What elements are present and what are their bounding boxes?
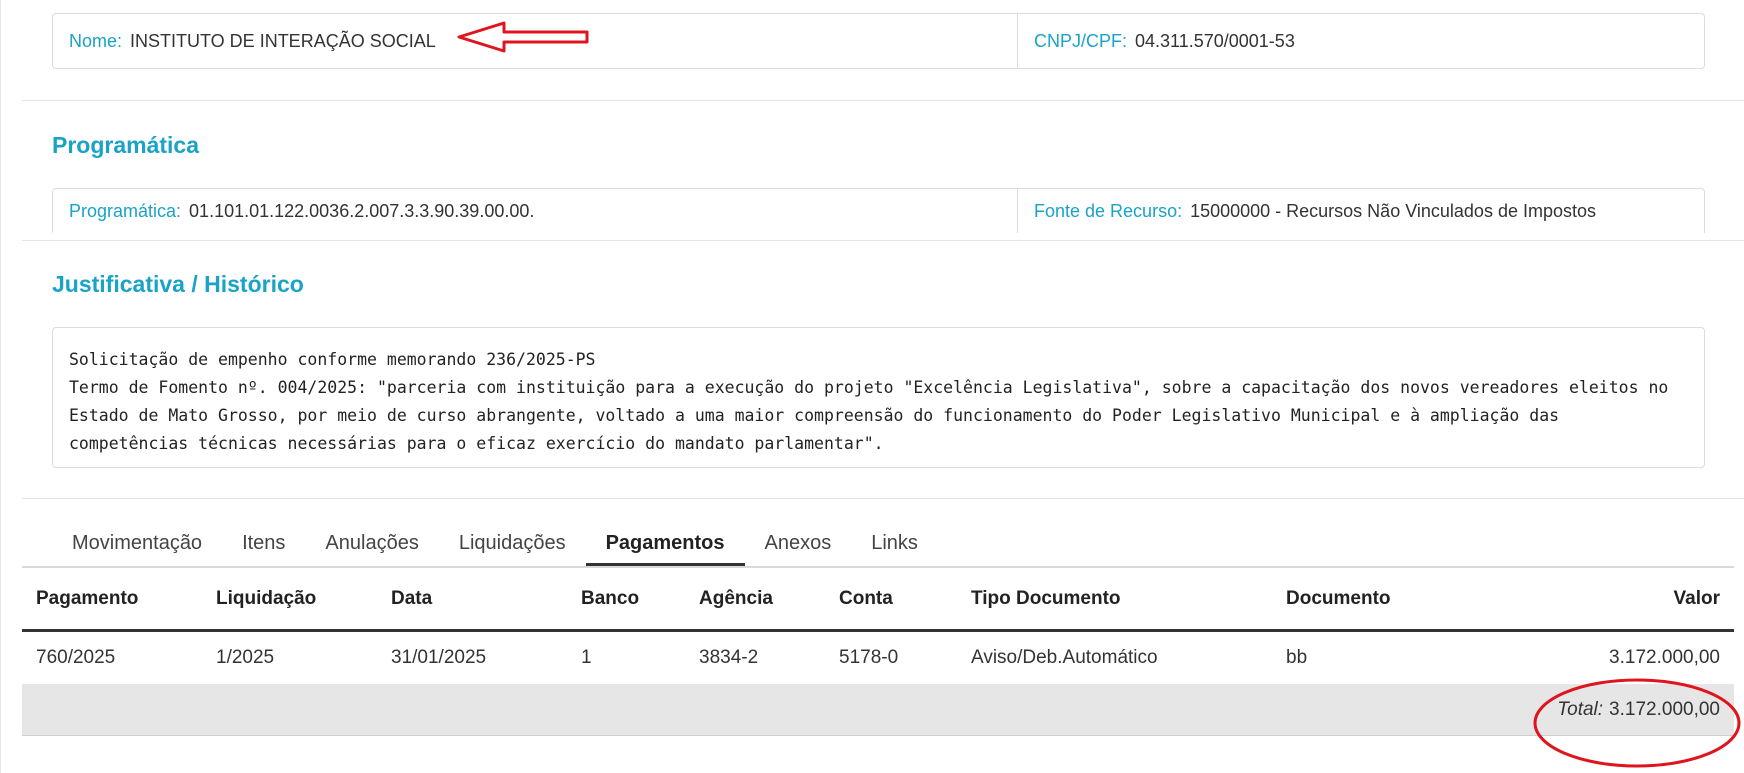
fonte-cell: Fonte de Recurso: 15000000 - Recursos Nã… <box>1018 189 1704 233</box>
header-conta[interactable]: Conta <box>825 588 957 610</box>
annotation-arrow-icon <box>457 21 589 53</box>
cell-banco: 1 <box>581 647 592 668</box>
pagamentos-table: Pagamento Liquidação Data Banco Agência … <box>22 568 1734 736</box>
justificativa-text: Solicitação de empenho conforme memorand… <box>52 327 1705 468</box>
header-documento[interactable]: Documento <box>1272 588 1522 610</box>
header-banco[interactable]: Banco <box>567 588 685 610</box>
section-divider <box>22 240 1744 241</box>
table-total-row: Total: 3.172.000,00 <box>22 684 1734 736</box>
header-agencia[interactable]: Agência <box>685 588 825 610</box>
header-tipo-documento[interactable]: Tipo Documento <box>957 588 1272 610</box>
table-header-row: Pagamento Liquidação Data Banco Agência … <box>22 568 1734 632</box>
fonte-label: Fonte de Recurso: <box>1034 201 1183 221</box>
empenho-detail-page: Nome: INSTITUTO DE INTERAÇÃO SOCIAL CNPJ… <box>0 0 1744 773</box>
tab-anexos[interactable]: Anexos <box>745 525 852 567</box>
tab-links[interactable]: Links <box>851 525 938 567</box>
cell-conta: 5178-0 <box>839 647 899 668</box>
tab-bar: Movimentação Itens Anulações Liquidações… <box>52 525 938 567</box>
cnpj-cell: CNPJ/CPF: 04.311.570/0001-53 <box>1018 14 1704 68</box>
tab-pagamentos[interactable]: Pagamentos <box>585 525 745 567</box>
cell-pagamento: 760/2025 <box>36 647 116 668</box>
nome-value: INSTITUTO DE INTERAÇÃO SOCIAL <box>130 30 436 51</box>
tab-itens[interactable]: Itens <box>222 525 305 567</box>
programatica-value: 01.101.01.122.0036.2.007.3.3.90.39.00.00… <box>189 201 535 221</box>
header-data[interactable]: Data <box>377 588 567 610</box>
annotation-ellipse-icon <box>1533 678 1741 768</box>
nome-label: Nome: <box>69 30 123 51</box>
fornecedor-box: Nome: INSTITUTO DE INTERAÇÃO SOCIAL CNPJ… <box>52 13 1705 69</box>
header-valor[interactable]: Valor <box>1522 588 1734 610</box>
cell-agencia: 3834-2 <box>699 647 759 668</box>
header-liquidacao[interactable]: Liquidação <box>202 588 377 610</box>
cnpj-label: CNPJ/CPF: <box>1034 30 1128 51</box>
section-divider <box>22 498 1744 499</box>
cell-liquidacao: 1/2025 <box>216 647 275 668</box>
cell-data: 31/01/2025 <box>391 647 487 668</box>
tab-movimentacao[interactable]: Movimentação <box>52 525 222 567</box>
justificativa-title: Justificativa / Histórico <box>52 271 304 297</box>
cell-documento: bb <box>1286 647 1308 668</box>
cell-tipo-documento: Aviso/Deb.Automático <box>971 647 1158 668</box>
cell-valor: 3.172.000,00 <box>1609 647 1720 668</box>
programatica-title: Programática <box>52 132 200 158</box>
table-row[interactable]: 760/2025 1/2025 31/01/2025 1 3834-2 5178… <box>22 632 1734 684</box>
tab-anulacoes[interactable]: Anulações <box>305 525 438 567</box>
programatica-label: Programática: <box>69 201 182 221</box>
section-divider <box>22 100 1744 101</box>
programatica-box: Programática: 01.101.01.122.0036.2.007.3… <box>52 188 1705 233</box>
tab-liquidacoes[interactable]: Liquidações <box>439 525 586 567</box>
programatica-box-clip: Programática: 01.101.01.122.0036.2.007.3… <box>52 188 1705 233</box>
programatica-cell: Programática: 01.101.01.122.0036.2.007.3… <box>53 189 1018 233</box>
header-pagamento[interactable]: Pagamento <box>22 588 202 610</box>
fonte-value: 15000000 - Recursos Não Vinculados de Im… <box>1190 201 1596 221</box>
cnpj-value: 04.311.570/0001-53 <box>1135 30 1295 51</box>
